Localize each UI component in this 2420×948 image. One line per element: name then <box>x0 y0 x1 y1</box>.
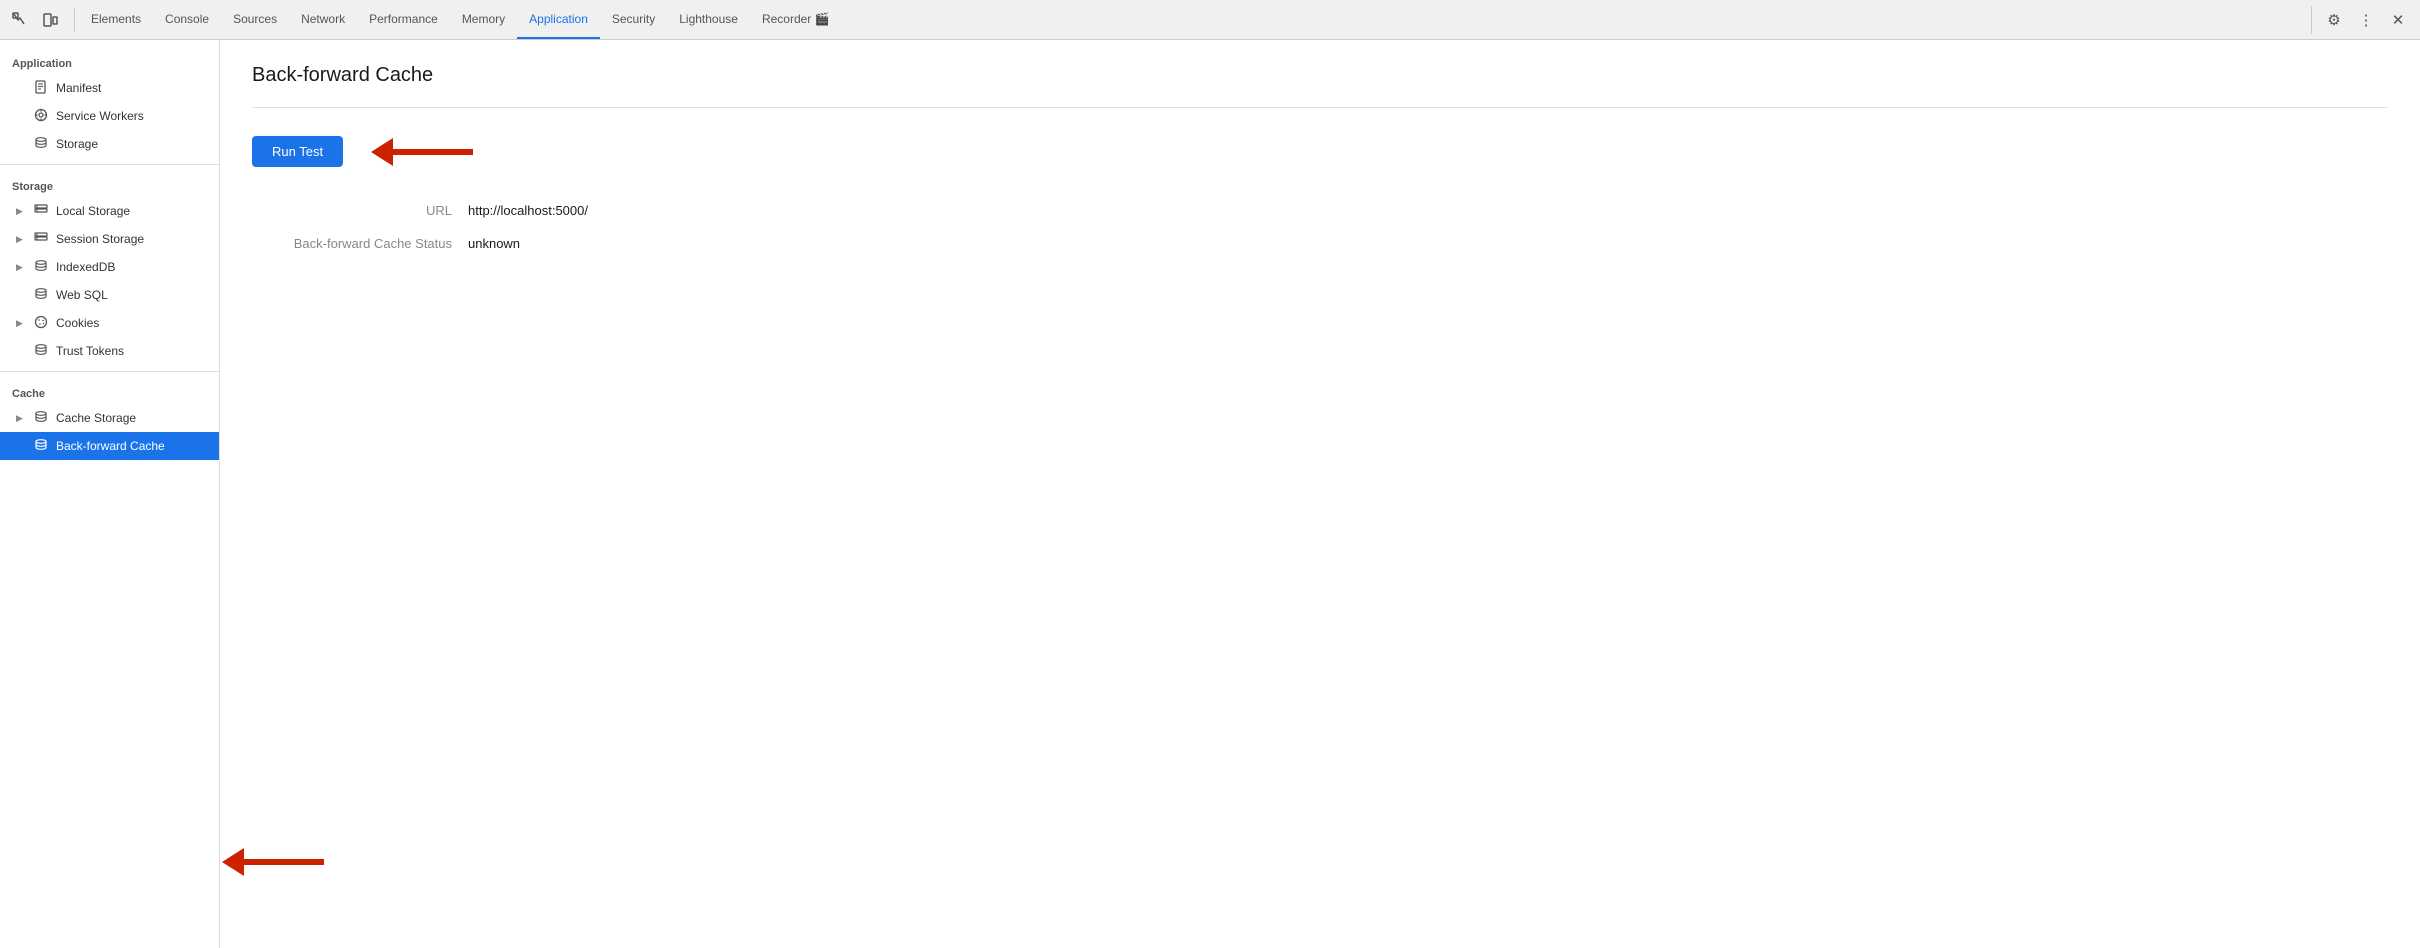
sidebar-item-label-trust: Trust Tokens <box>56 344 124 358</box>
tab-elements[interactable]: Elements <box>79 0 153 39</box>
tab-sources[interactable]: Sources <box>221 0 289 39</box>
url-label: URL <box>252 203 452 218</box>
sidebar-item-label-sw: Service Workers <box>56 109 144 123</box>
page-title: Back-forward Cache <box>252 64 2388 87</box>
more-tools-button[interactable]: ⋮ <box>2352 6 2380 34</box>
run-test-button[interactable]: Run Test <box>252 136 343 167</box>
inspect-element-button[interactable] <box>8 8 32 32</box>
storage-section-label: Storage <box>0 171 219 197</box>
expand-arrow-session: ▶ <box>16 234 26 245</box>
expand-arrow-cache: ▶ <box>16 413 26 424</box>
indexeddb-icon <box>33 259 49 276</box>
tab-memory[interactable]: Memory <box>450 0 517 39</box>
sidebar-item-label-idb: IndexedDB <box>56 260 115 274</box>
arrow-line <box>393 149 473 155</box>
sidebar-item-label-manifest: Manifest <box>56 81 101 95</box>
tab-security[interactable]: Security <box>600 0 667 39</box>
web-sql-icon <box>33 287 49 304</box>
sidebar-divider-2 <box>0 371 219 372</box>
device-toolbar-button[interactable] <box>38 8 62 32</box>
sidebar-item-local-storage[interactable]: ▶ Local Storage <box>0 197 219 225</box>
expand-arrow-idb: ▶ <box>16 262 26 273</box>
sidebar-item-indexeddb[interactable]: ▶ IndexedDB <box>0 253 219 281</box>
service-workers-icon <box>33 108 49 125</box>
run-test-row: Run Test <box>252 136 2388 167</box>
session-storage-icon <box>33 232 49 247</box>
arrow-head-icon <box>371 138 393 166</box>
sidebar-divider-1 <box>0 164 219 165</box>
sidebar-item-trust-tokens[interactable]: Trust Tokens <box>0 337 219 365</box>
sidebar-item-manifest[interactable]: Manifest <box>0 74 219 102</box>
sidebar-item-label-storage-app: Storage <box>56 137 98 151</box>
settings-button[interactable]: ⚙ <box>2320 6 2348 34</box>
sidebar-item-bfcache[interactable]: Back-forward Cache <box>0 432 219 460</box>
cookies-icon <box>33 315 49 332</box>
sidebar-item-service-workers[interactable]: Service Workers <box>0 102 219 130</box>
sidebar-item-cache-storage[interactable]: ▶ Cache Storage <box>0 404 219 432</box>
sidebar-item-label-bfcache: Back-forward Cache <box>56 439 165 453</box>
tab-list: Elements Console Sources Network Perform… <box>79 0 2311 39</box>
sidebar-item-label-cache-storage: Cache Storage <box>56 411 136 425</box>
manifest-icon <box>33 80 49 97</box>
storage-app-icon <box>33 136 49 153</box>
sidebar-item-cookies[interactable]: ▶ Cookies <box>0 309 219 337</box>
toolbar-icon-group <box>8 8 75 32</box>
sidebar-item-storage-app[interactable]: Storage <box>0 130 219 158</box>
cache-status-value: unknown <box>468 236 520 251</box>
sidebar-item-label-cookies: Cookies <box>56 316 99 330</box>
tab-recorder[interactable]: Recorder 🎬 <box>750 0 842 39</box>
cache-status-label: Back-forward Cache Status <box>252 236 452 251</box>
application-section-label: Application <box>0 48 219 74</box>
toolbar-right-actions: ⚙ ⋮ ✕ <box>2311 6 2412 34</box>
tab-lighthouse[interactable]: Lighthouse <box>667 0 750 39</box>
cache-storage-icon <box>33 410 49 427</box>
run-test-arrow <box>371 138 473 166</box>
content-area: Back-forward Cache Run Test URL http://l… <box>220 40 2420 948</box>
trust-tokens-icon <box>33 343 49 360</box>
cache-section-label: Cache <box>0 378 219 404</box>
devtools-toolbar: Elements Console Sources Network Perform… <box>0 0 2420 40</box>
main-layout: Application Manifest <box>0 40 2420 948</box>
local-storage-icon <box>33 204 49 219</box>
sidebar-item-label-session: Session Storage <box>56 232 144 246</box>
tab-network[interactable]: Network <box>289 0 357 39</box>
expand-arrow-local: ▶ <box>16 206 26 217</box>
tab-console[interactable]: Console <box>153 0 221 39</box>
sidebar-item-label-local: Local Storage <box>56 204 130 218</box>
cache-status-row: Back-forward Cache Status unknown <box>252 236 2388 251</box>
url-value: http://localhost:5000/ <box>468 203 588 218</box>
url-row: URL http://localhost:5000/ <box>252 203 2388 218</box>
close-devtools-button[interactable]: ✕ <box>2384 6 2412 34</box>
content-divider <box>252 107 2388 108</box>
sidebar-item-web-sql[interactable]: Web SQL <box>0 281 219 309</box>
sidebar-item-session-storage[interactable]: ▶ Session Storage <box>0 225 219 253</box>
expand-arrow-cookies: ▶ <box>16 318 26 329</box>
sidebar: Application Manifest <box>0 40 220 948</box>
bfcache-icon <box>33 438 49 455</box>
sidebar-item-label-websql: Web SQL <box>56 288 108 302</box>
tab-performance[interactable]: Performance <box>357 0 450 39</box>
tab-application[interactable]: Application <box>517 0 600 39</box>
